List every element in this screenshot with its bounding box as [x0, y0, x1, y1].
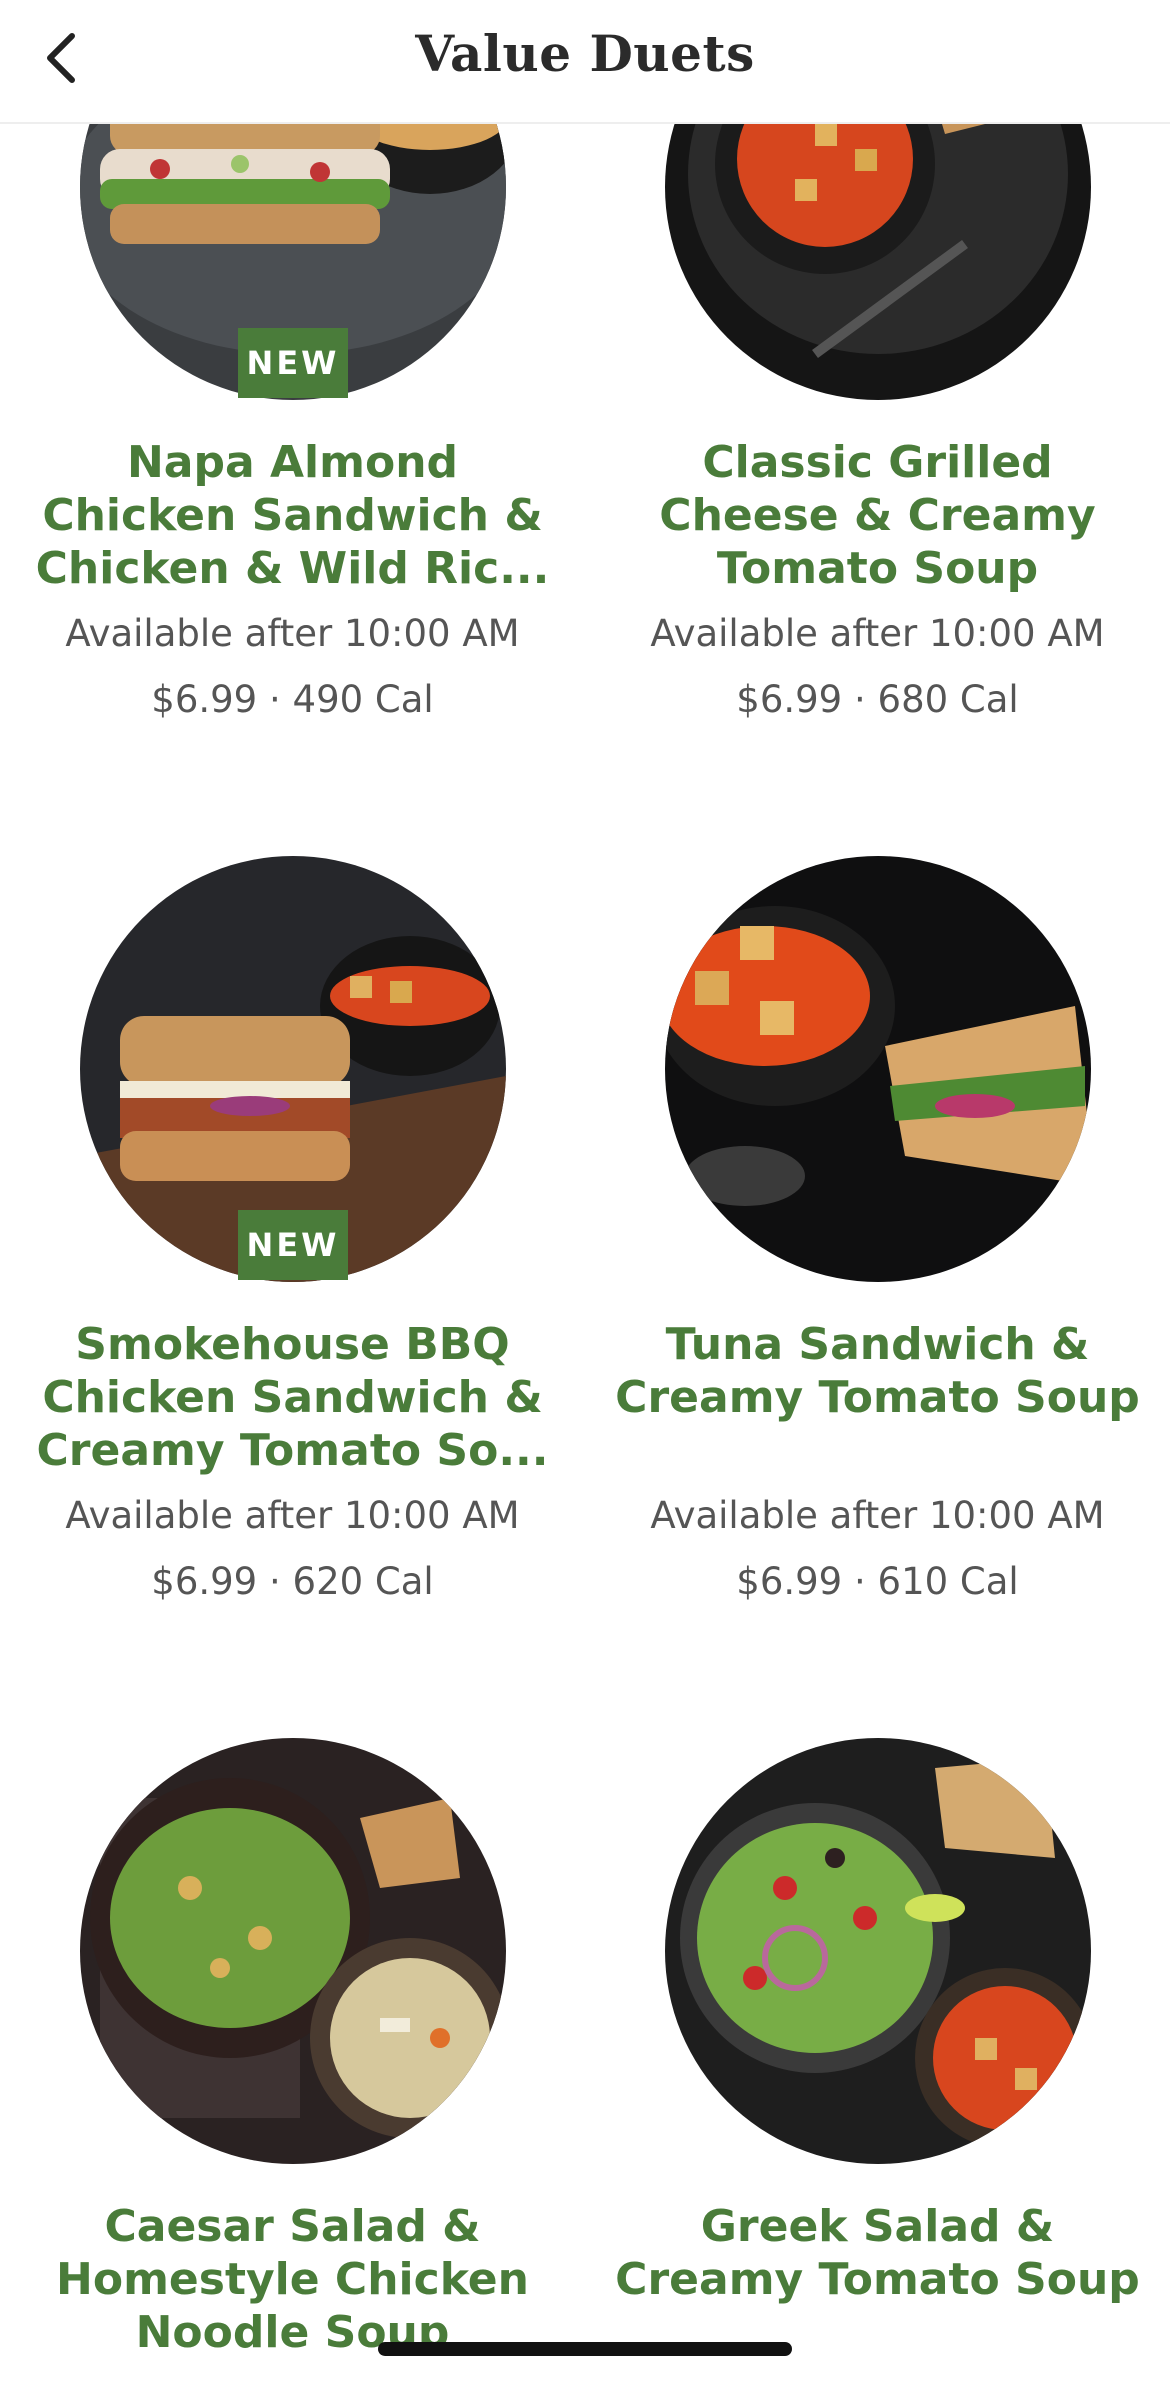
- price: $6.99: [736, 678, 843, 721]
- food-photo: [665, 1738, 1091, 2164]
- new-badge: NEW: [238, 1210, 348, 1280]
- calories: 680 Cal: [877, 678, 1019, 721]
- item-name: Greek Salad & Creamy Tomato Soup: [615, 2201, 1140, 2305]
- value-duets-screen: NEW Napa Almond Chicken Sandwich & Chick…: [0, 0, 1170, 2381]
- price-calories: $6.99 · 680 Cal: [585, 678, 1170, 721]
- item-name: Caesar Salad & Homestyle Chicken Noodle …: [56, 2201, 529, 2358]
- availability-text: Available after 10:00 AM: [65, 1494, 520, 1537]
- new-badge: NEW: [238, 328, 348, 398]
- home-indicator: [378, 2342, 792, 2356]
- separator: ·: [269, 1560, 281, 1603]
- separator: ·: [269, 678, 281, 721]
- availability-text: Available after 10:00 AM: [650, 1494, 1105, 1537]
- separator: ·: [854, 678, 866, 721]
- separator: ·: [854, 1560, 866, 1603]
- nav-header: Value Duets: [0, 0, 1170, 124]
- page-title: Value Duets: [415, 24, 755, 83]
- item-name: Tuna Sandwich & Creamy Tomato Soup: [615, 1319, 1140, 1423]
- calories: 620 Cal: [292, 1560, 434, 1603]
- calories: 610 Cal: [877, 1560, 1019, 1603]
- item-name: Classic Grilled Cheese & Creamy Tomato S…: [659, 437, 1096, 594]
- availability-text: Available after 10:00 AM: [65, 612, 520, 655]
- price: $6.99: [151, 1560, 258, 1603]
- price-calories: $6.99 · 490 Cal: [0, 678, 585, 721]
- food-photo: [665, 856, 1091, 1282]
- price: $6.99: [151, 678, 258, 721]
- item-name: Napa Almond Chicken Sandwich & Chicken &…: [35, 437, 550, 594]
- availability-text: Available after 10:00 AM: [650, 612, 1105, 655]
- item-name: Smokehouse BBQ Chicken Sandwich & Creamy…: [36, 1319, 549, 1476]
- price-calories: $6.99 · 610 Cal: [585, 1560, 1170, 1603]
- calories: 490 Cal: [292, 678, 434, 721]
- food-photo: [80, 1738, 506, 2164]
- price-calories: $6.99 · 620 Cal: [0, 1560, 585, 1603]
- price: $6.99: [736, 1560, 843, 1603]
